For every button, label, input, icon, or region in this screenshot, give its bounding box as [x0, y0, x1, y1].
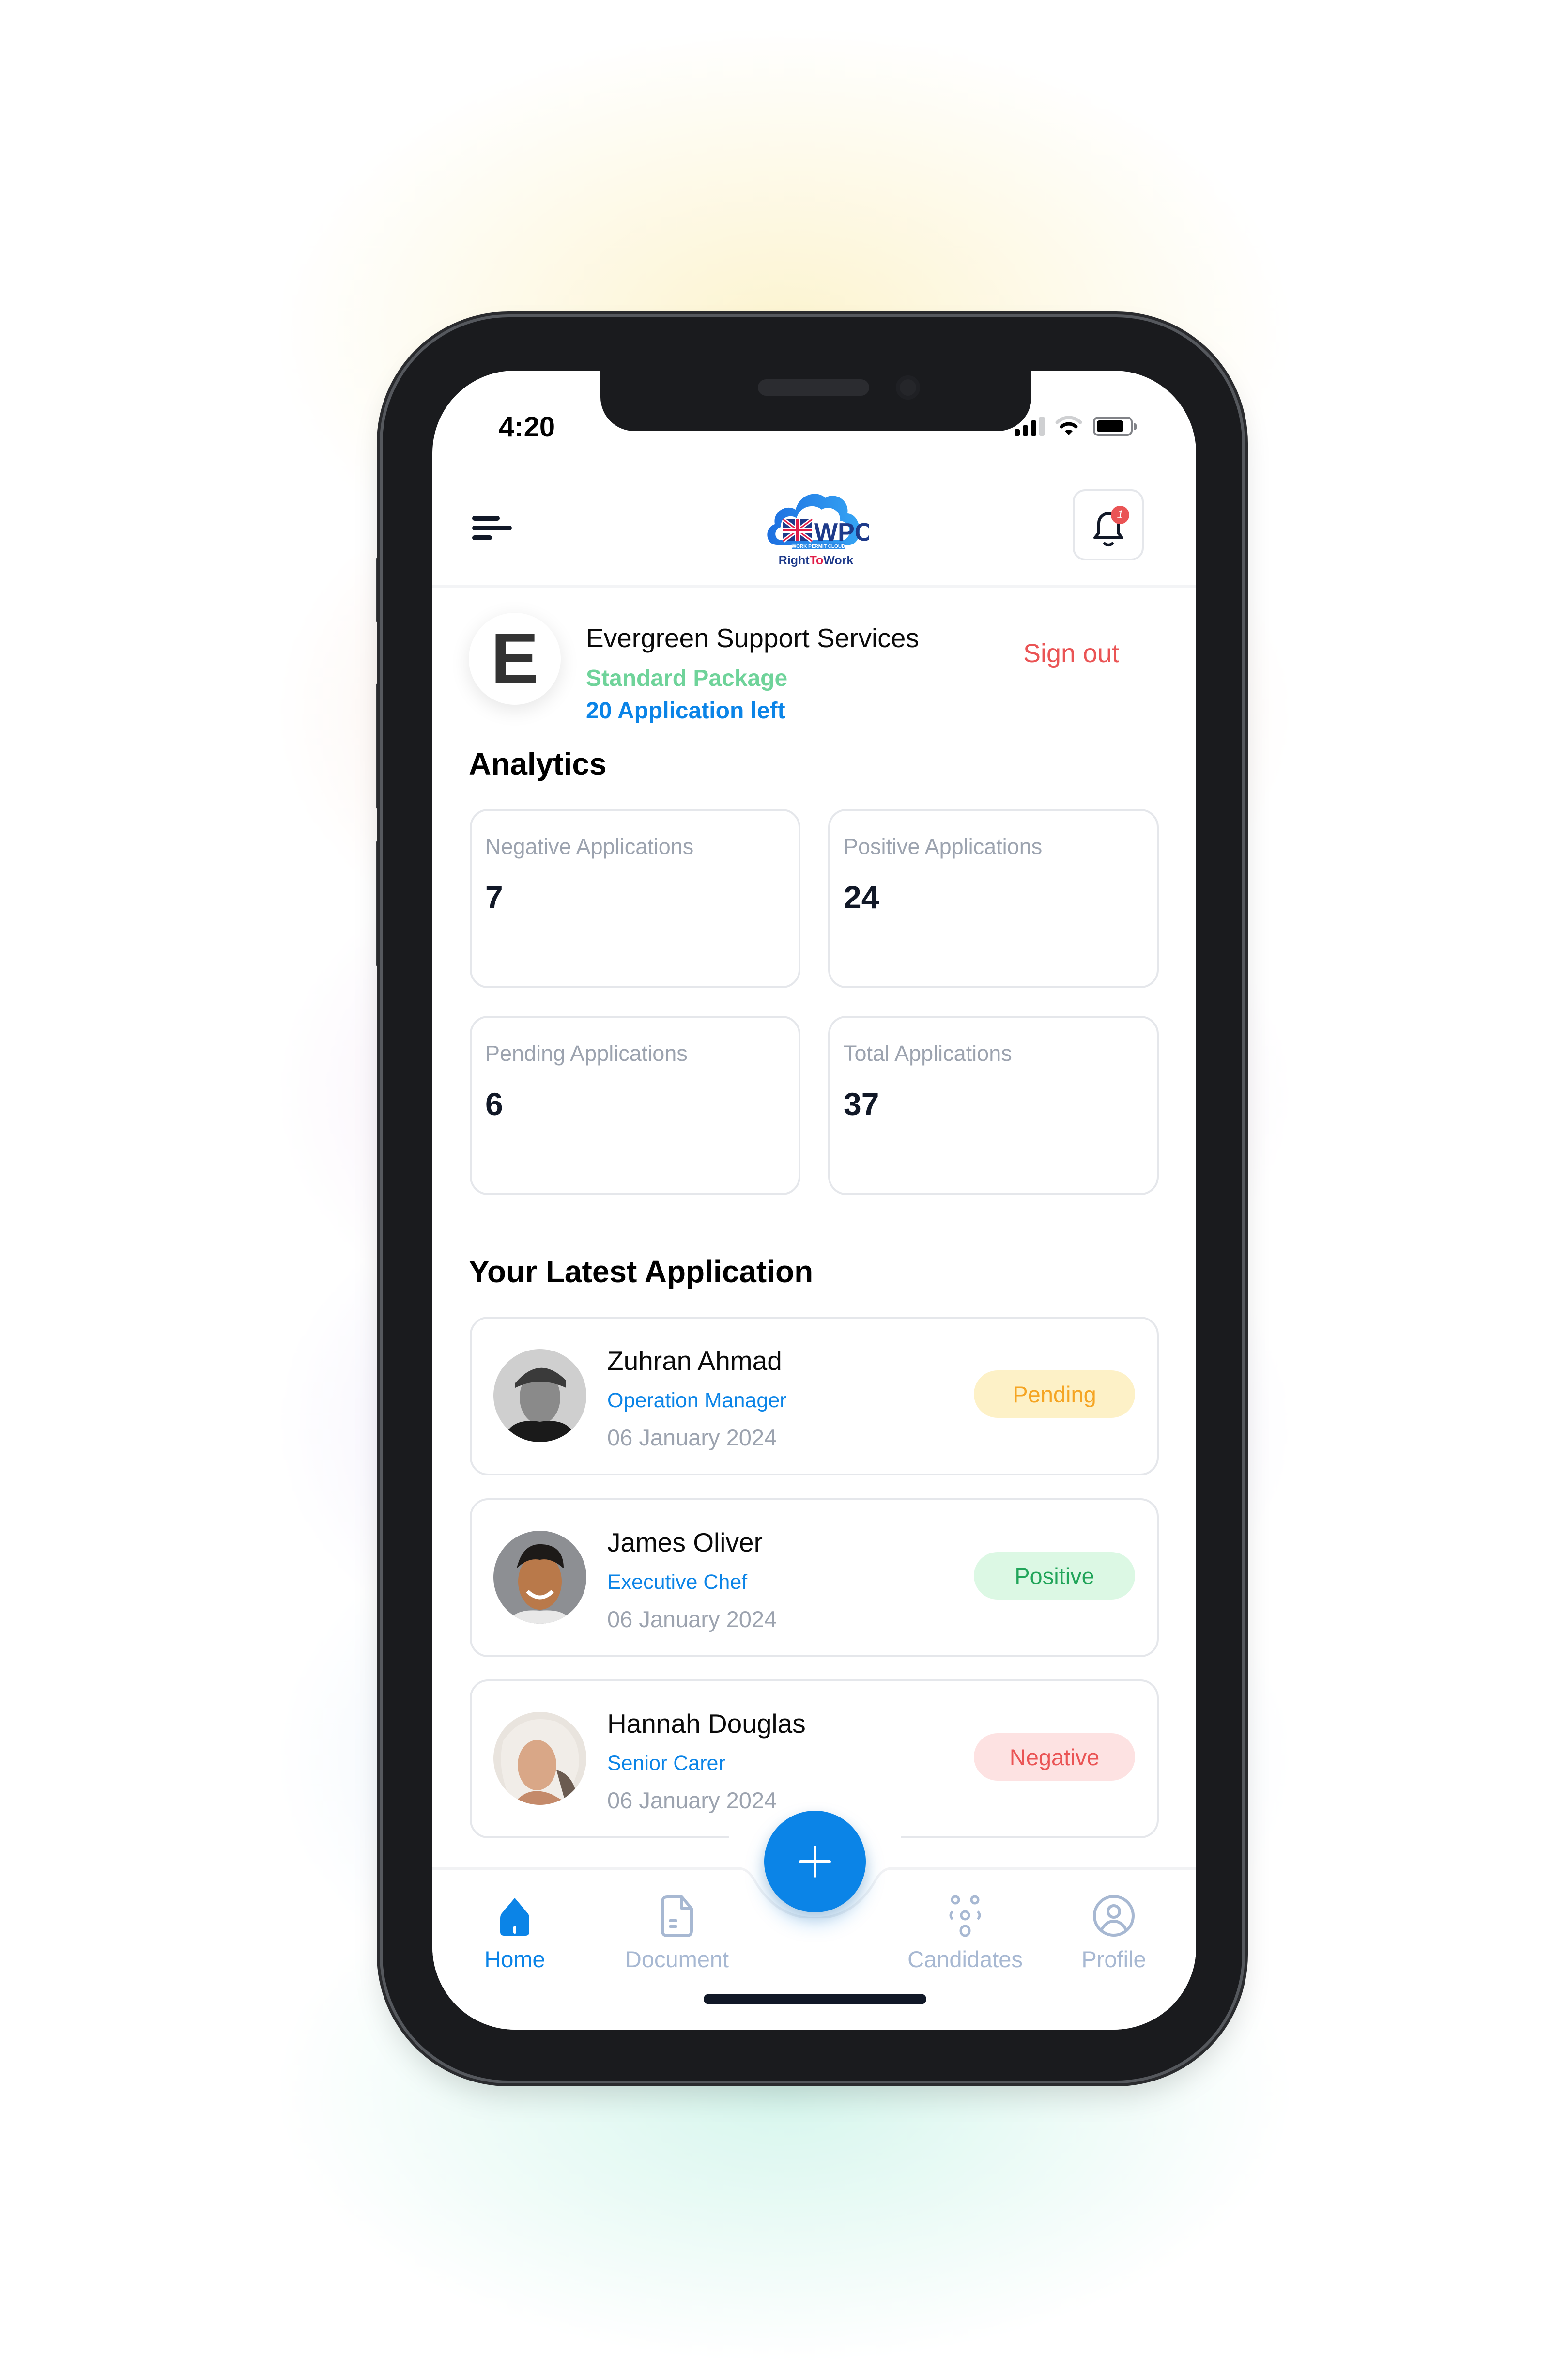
application-date: 06 January 2024 [607, 1606, 777, 1632]
nav-candidates[interactable]: Candidates [902, 1892, 1028, 1972]
candidate-role: Senior Carer [607, 1752, 725, 1775]
stat-value: 7 [485, 879, 503, 915]
status-time: 4:20 [499, 411, 555, 443]
sign-out-button[interactable]: Sign out [1023, 638, 1119, 668]
stat-value: 6 [485, 1086, 503, 1122]
speaker-grille [758, 379, 869, 396]
analytics-title: Analytics [469, 746, 607, 781]
notch [600, 368, 1031, 431]
candidate-name: Zuhran Ahmad [607, 1346, 782, 1376]
application-date: 06 January 2024 [607, 1787, 777, 1813]
wifi-icon [1055, 416, 1082, 435]
plus-icon [799, 1846, 831, 1878]
app-logo: WPC WORK PERMIT CLOUD RightToWork [763, 484, 873, 569]
notification-badge: 1 [1111, 506, 1129, 524]
status-badge: Pending [974, 1370, 1135, 1418]
cloud-logo-icon: WPC WORK PERMIT CLOUD RightToWork [767, 494, 873, 567]
nav-label: Profile [1081, 1946, 1146, 1972]
nav-top-border [432, 1867, 747, 1870]
logo-brand: RightToWork [779, 554, 854, 567]
candidate-role: Operation Manager [607, 1389, 787, 1412]
stat-value: 24 [844, 879, 879, 915]
company-avatar: E [469, 613, 561, 705]
stat-label: Total Applications [844, 1041, 1012, 1066]
applications-left: 20 Application left [586, 698, 785, 724]
candidate-name: Hannah Douglas [607, 1708, 806, 1739]
nav-document[interactable]: Document [614, 1892, 740, 1972]
company-name: Evergreen Support Services [586, 623, 919, 653]
nav-profile[interactable]: Profile [1051, 1892, 1177, 1972]
signal-icon [1015, 417, 1045, 436]
nav-top-border [884, 1867, 1196, 1870]
front-camera [896, 375, 920, 400]
header-divider [432, 585, 1196, 588]
stat-card-positive[interactable]: Positive Applications 24 [828, 809, 1159, 988]
candidate-name: James Oliver [607, 1527, 763, 1557]
home-indicator[interactable] [704, 1994, 926, 2004]
nav-label: Home [484, 1946, 545, 1972]
nav-label: Candidates [907, 1946, 1023, 1972]
stat-label: Pending Applications [485, 1041, 688, 1066]
logo-tagline: WORK PERMIT CLOUD [792, 544, 845, 549]
stat-card-negative[interactable]: Negative Applications 7 [470, 809, 800, 988]
nav-label: Document [625, 1946, 729, 1972]
status-badge: Negative [974, 1733, 1135, 1781]
battery-icon [1093, 417, 1137, 436]
candidates-icon [949, 1895, 981, 1937]
candidate-avatar [493, 1349, 586, 1442]
bell-icon [1093, 512, 1123, 546]
nav-home[interactable]: Home [452, 1892, 578, 1972]
latest-applications-title: Your Latest Application [469, 1254, 814, 1289]
status-badge: Positive [974, 1552, 1135, 1600]
stat-card-total[interactable]: Total Applications 37 [828, 1016, 1159, 1195]
stat-card-pending[interactable]: Pending Applications 6 [470, 1016, 800, 1195]
stat-value: 37 [844, 1086, 879, 1122]
profile-icon [1093, 1895, 1135, 1937]
home-icon [500, 1898, 529, 1936]
hamburger-menu-button[interactable] [472, 511, 516, 545]
stat-label: Positive Applications [844, 834, 1043, 859]
stat-label: Negative Applications [485, 834, 694, 859]
status-icons [1015, 416, 1137, 436]
package-label: Standard Package [586, 666, 788, 691]
candidate-role: Executive Chef [607, 1570, 748, 1594]
application-date: 06 January 2024 [607, 1425, 777, 1450]
candidate-avatar [493, 1712, 586, 1805]
candidate-avatar [493, 1531, 586, 1624]
notifications-button[interactable]: 1 [1073, 489, 1144, 560]
document-icon [661, 1895, 693, 1937]
add-application-button[interactable] [764, 1811, 866, 1912]
application-card[interactable]: Zuhran Ahmad Operation Manager 06 Januar… [470, 1317, 1159, 1475]
svg-text:WPC: WPC [814, 518, 869, 546]
application-card[interactable]: James Oliver Executive Chef 06 January 2… [470, 1498, 1159, 1657]
